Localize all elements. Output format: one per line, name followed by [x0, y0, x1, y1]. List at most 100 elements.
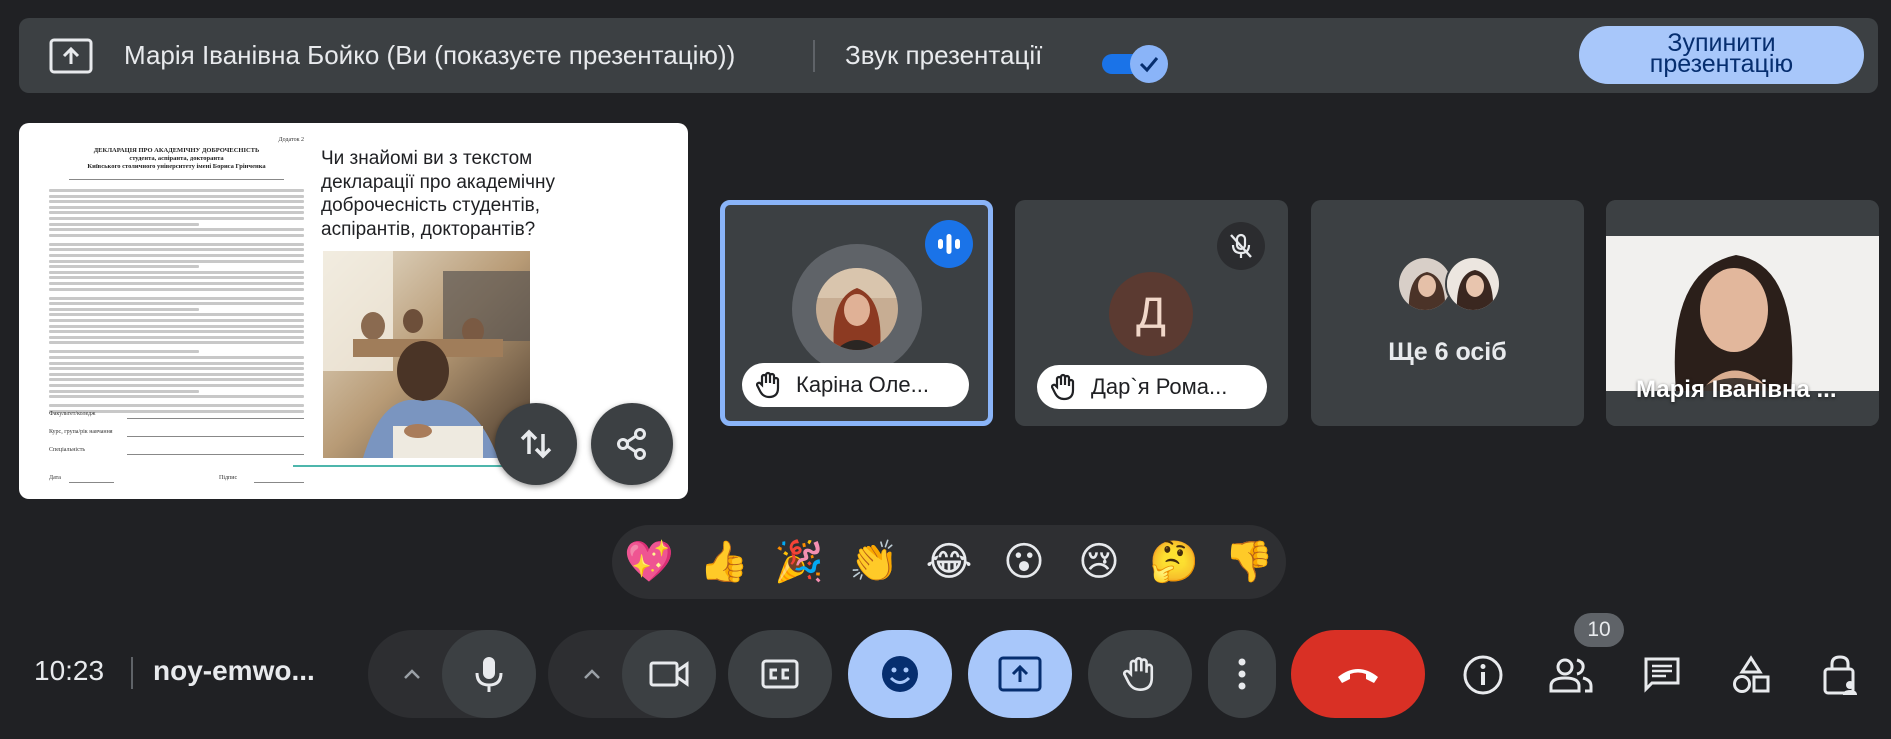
presenting-banner: Марія Іванівна Бойко (Ви (показуєте през… [19, 18, 1878, 93]
captions-button[interactable] [728, 630, 832, 718]
doc-text-line [49, 356, 304, 359]
doc-text-line [49, 189, 304, 192]
raised-hand-icon [1051, 373, 1075, 401]
doc-form-line [254, 482, 304, 483]
leave-call-button[interactable] [1291, 630, 1425, 718]
presentation-audio-label: Звук презентації [845, 40, 1043, 70]
reaction-thinking-face[interactable]: 🤔 [1149, 537, 1199, 587]
reaction-surprised-face[interactable]: 😮 [999, 537, 1049, 587]
presentation-audio-toggle[interactable] [1090, 43, 1168, 83]
doc-form-line [127, 418, 304, 419]
more-vert-icon [1238, 658, 1246, 690]
reactions-button[interactable] [848, 630, 952, 718]
doc-text-line [49, 276, 304, 280]
doc-text-line [49, 324, 304, 328]
doc-text-line [49, 350, 199, 354]
reaction-thumbs-up[interactable]: 👍 [699, 537, 749, 587]
video-options-button[interactable] [578, 660, 606, 688]
participant-name: Каріна Оле... [796, 372, 929, 397]
lock-person-icon [1823, 655, 1857, 695]
present-screen-icon [998, 656, 1042, 692]
doc-form-line [127, 436, 304, 437]
doc-text-line [49, 211, 304, 215]
meeting-details-button[interactable] [1460, 652, 1506, 698]
doc-text-line [49, 194, 304, 198]
doc-title: ДЕКЛАРАЦІЯ ПРО АКАДЕМІЧНУ ДОБРОЧЕСНІСТЬ с… [87, 147, 266, 170]
more-participants-tile[interactable]: Ще 6 осіб [1311, 200, 1584, 426]
presenter-status: Марія Іванівна Бойко (Ви (показуєте през… [124, 40, 736, 70]
stop-presenting-button[interactable]: Зупинити презентацію [1579, 26, 1864, 84]
doc-text-line [49, 217, 304, 220]
doc-text-line [49, 372, 304, 376]
doc-text-line [49, 341, 304, 345]
closed-captions-icon [761, 659, 799, 689]
muted-indicator [1217, 222, 1265, 270]
avatar [816, 268, 898, 350]
microphone-button[interactable] [442, 630, 536, 718]
mic-off-icon [1230, 233, 1252, 258]
present-screen-icon [49, 38, 93, 74]
self-video-tile[interactable]: Марія Іванівна ... [1606, 200, 1879, 426]
share-icon [617, 428, 646, 460]
doc-text-line [49, 287, 304, 291]
swap-view-button[interactable] [495, 403, 577, 485]
emoji-icon [882, 656, 918, 692]
doc-text-line [49, 259, 304, 263]
camera-button[interactable] [622, 630, 716, 718]
doc-text-line [49, 361, 304, 365]
shapes-icon [1733, 655, 1770, 693]
chat-button[interactable] [1639, 652, 1685, 698]
doc-text-line [49, 330, 304, 334]
doc-text-line [49, 205, 304, 209]
microphone-icon [475, 657, 503, 692]
share-button[interactable] [591, 403, 673, 485]
presentation-preview: Додаток 2 ДЕКЛАРАЦІЯ ПРО АКАДЕМІЧНУ ДОБР… [19, 123, 688, 499]
participant-tile[interactable]: Д Дар`я Рома... [1015, 200, 1288, 426]
doc-form-line [69, 482, 114, 483]
doc-form-label: Спеціальність [49, 447, 86, 453]
more-participants-label: Ще 6 осіб [1388, 338, 1507, 366]
reactions-bar: 💖 👍 🎉 👏 😂 😮 😢 🤔 👎 [612, 525, 1286, 599]
present-now-button[interactable] [968, 630, 1072, 718]
reaction-sparkling-heart[interactable]: 💖 [624, 537, 674, 587]
doc-text-line [49, 200, 304, 204]
participant-name-pill: Дар`я Рома... [1037, 365, 1267, 409]
meet-window: Марія Іванівна Бойко (Ви (показуєте през… [0, 0, 1891, 739]
speaking-indicator [925, 220, 973, 268]
raise-hand-button[interactable] [1088, 630, 1192, 718]
reaction-tears-of-joy[interactable]: 😂 [924, 537, 974, 587]
doc-text-line [49, 296, 304, 300]
swap-vertical-icon [520, 429, 552, 459]
reaction-clapping-hands[interactable]: 👏 [849, 537, 899, 587]
doc-form-label: Курс, група/рік навчання [49, 429, 113, 435]
participants-count-badge: 10 [1574, 613, 1624, 647]
people-icon [1549, 658, 1593, 693]
more-options-button[interactable] [1208, 630, 1276, 718]
doc-text-line [69, 179, 284, 180]
doc-text-line [49, 395, 304, 399]
divider [813, 40, 815, 72]
participants-button[interactable] [1548, 652, 1594, 698]
host-controls-button[interactable] [1818, 652, 1864, 698]
raised-hand-icon [756, 371, 780, 399]
reaction-thumbs-down[interactable]: 👎 [1224, 537, 1274, 587]
activities-button[interactable] [1728, 652, 1774, 698]
participant-name: Дар`я Рома... [1091, 374, 1228, 399]
audio-level-icon [938, 234, 960, 254]
reaction-party-popper[interactable]: 🎉 [774, 537, 824, 587]
audio-options-button[interactable] [398, 660, 426, 688]
divider [131, 657, 133, 689]
reaction-crying-face[interactable]: 😢 [1074, 537, 1124, 587]
info-icon [1463, 655, 1503, 695]
doc-text-line [49, 265, 199, 269]
doc-text-line [49, 242, 304, 246]
participant-tile-speaking[interactable]: Каріна Оле... [720, 200, 993, 426]
current-time: 10:23 [34, 655, 105, 686]
end-call-icon [1338, 669, 1378, 683]
avatar-initial: Д [1109, 272, 1193, 356]
participant-name-pill: Каріна Оле... [742, 363, 969, 407]
meeting-code[interactable]: noy-emwo... [153, 655, 315, 687]
doc-text-line [49, 384, 304, 387]
doc-text-line [49, 307, 199, 311]
slide-question: Чи знайомі ви з текстом декларації про а… [321, 148, 556, 240]
